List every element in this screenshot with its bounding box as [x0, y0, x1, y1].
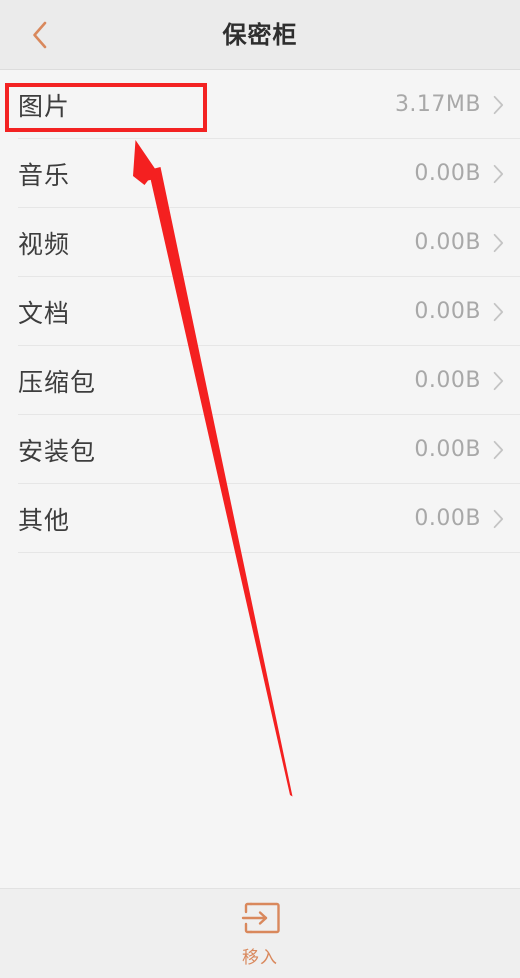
list-item-label: 音乐 — [18, 160, 71, 190]
file-category-list: 图片 3.17MB 音乐 0.00B 视频 0.00B 文档 0.00B 压缩包… — [0, 70, 520, 888]
list-item-music[interactable]: 音乐 0.00B — [0, 139, 520, 208]
list-item-others[interactable]: 其他 0.00B — [0, 484, 520, 553]
chevron-right-icon — [493, 371, 504, 390]
chevron-right-icon — [493, 164, 504, 183]
list-item-label: 压缩包 — [18, 367, 97, 397]
move-in-label: 移入 — [242, 948, 278, 968]
list-item-videos[interactable]: 视频 0.00B — [0, 208, 520, 277]
chevron-right-icon — [493, 302, 504, 321]
app-header: 保密柜 — [0, 0, 520, 70]
bottom-toolbar: 移入 — [0, 888, 520, 978]
chevron-right-icon — [493, 440, 504, 459]
chevron-left-icon — [32, 21, 46, 49]
back-button[interactable] — [8, 0, 70, 70]
move-into-box-icon — [241, 902, 280, 934]
list-item-size: 0.00B — [414, 299, 481, 324]
list-item-size: 0.00B — [414, 161, 481, 186]
list-item-size: 0.00B — [414, 506, 481, 531]
list-item-size: 0.00B — [414, 368, 481, 393]
page-title: 保密柜 — [222, 20, 298, 49]
list-item-label: 其他 — [18, 505, 71, 535]
list-item-size: 0.00B — [414, 437, 481, 462]
list-item-size: 0.00B — [414, 230, 481, 255]
chevron-right-icon — [493, 509, 504, 528]
list-item-size: 3.17MB — [394, 92, 481, 117]
list-item-label: 安装包 — [18, 436, 97, 466]
list-item-archives[interactable]: 压缩包 0.00B — [0, 346, 520, 415]
list-item-images[interactable]: 图片 3.17MB — [0, 70, 520, 139]
list-item-label: 视频 — [18, 229, 71, 259]
list-item-documents[interactable]: 文档 0.00B — [0, 277, 520, 346]
chevron-right-icon — [493, 95, 504, 114]
list-item-apk[interactable]: 安装包 0.00B — [0, 415, 520, 484]
chevron-right-icon — [493, 233, 504, 252]
list-item-label: 图片 — [18, 91, 71, 121]
list-item-label: 文档 — [18, 298, 71, 328]
move-in-button[interactable]: 移入 — [216, 895, 304, 972]
secret-vault-screen: 保密柜 图片 3.17MB 音乐 0.00B 视频 0.00B 文档 0.00B… — [0, 0, 520, 978]
